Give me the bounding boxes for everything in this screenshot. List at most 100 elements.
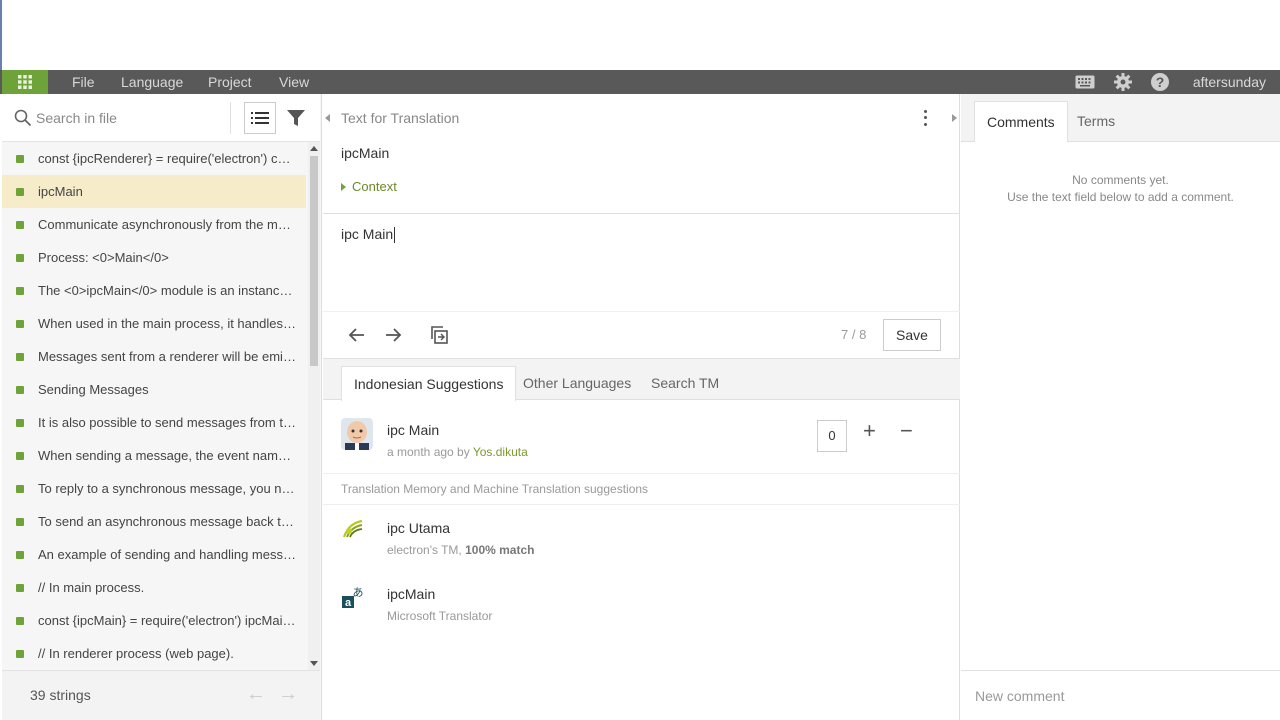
search-input[interactable]	[36, 106, 226, 130]
strings-list: const {ipcRenderer} = require('electron'…	[2, 142, 306, 670]
collapse-left-icon[interactable]	[325, 114, 330, 122]
prev-page-icon[interactable]: ←	[246, 683, 266, 706]
tm-source: electron's TM,	[387, 543, 466, 557]
translation-text: ipc Main	[341, 226, 394, 242]
translated-status-icon	[16, 352, 24, 361]
new-comment-area	[961, 670, 1280, 720]
string-list-item[interactable]: An example of sending and handling messa…	[2, 538, 306, 571]
context-toggle[interactable]: Context	[341, 179, 397, 194]
suggestion-time: a month ago by	[387, 445, 473, 459]
string-text: Process: <0>Main</0>	[38, 250, 169, 265]
string-list-item[interactable]: const {ipcRenderer} = require('electron'…	[2, 142, 306, 175]
no-comments-hint: Use the text field below to add a commen…	[1007, 190, 1234, 204]
list-view-button[interactable]	[244, 102, 276, 134]
tm-suggestion-text[interactable]: ipc Utama	[387, 520, 450, 536]
filter-button[interactable]	[284, 106, 308, 130]
scroll-down-arrow[interactable]	[310, 661, 318, 666]
mt-suggestion-text[interactable]: ipcMain	[387, 586, 435, 602]
comments-tabs: Comments Terms	[961, 94, 1280, 142]
svg-text:a: a	[345, 597, 352, 609]
save-button[interactable]: Save	[883, 319, 941, 351]
scroll-up-arrow[interactable]	[310, 146, 318, 151]
suggestion-author[interactable]: Yos.dikuta	[473, 445, 528, 459]
mt-suggestion-source: Microsoft Translator	[387, 609, 493, 623]
string-text: To send an asynchronous message back to …	[38, 514, 296, 529]
filter-icon	[287, 110, 305, 126]
string-text: When used in the main process, it handle…	[38, 316, 296, 331]
apps-grid-button[interactable]	[2, 70, 48, 94]
string-list-item[interactable]: It is also possible to send messages fro…	[2, 406, 306, 439]
copy-source-icon[interactable]	[428, 324, 450, 346]
string-text: When sending a message, the event name i…	[38, 448, 296, 463]
string-text: Sending Messages	[38, 382, 149, 397]
upvote-icon[interactable]: +	[863, 418, 876, 444]
translated-status-icon	[16, 286, 24, 295]
strings-panel: const {ipcRenderer} = require('electron'…	[2, 94, 322, 720]
string-list-item[interactable]: To reply to a synchronous message, you n…	[2, 472, 306, 505]
tab-other-languages[interactable]: Other Languages	[511, 366, 643, 401]
suggestion-text[interactable]: ipc Main	[387, 422, 439, 438]
search-icon	[14, 109, 32, 127]
divider	[323, 213, 960, 214]
string-text: ipcMain	[38, 184, 83, 199]
string-list-item[interactable]: Messages sent from a renderer will be em…	[2, 340, 306, 373]
string-list-item[interactable]: Sending Messages	[2, 373, 306, 406]
source-title: Text for Translation	[341, 110, 460, 126]
string-list-item[interactable]: The <0>ipcMain</0> module is an instance…	[2, 274, 306, 307]
translated-status-icon	[16, 253, 24, 262]
translated-status-icon	[16, 649, 24, 658]
string-list-item[interactable]: ipcMain	[2, 175, 306, 208]
suggestion-item: ipc Main a month ago by Yos.dikuta 0 + −	[323, 400, 960, 474]
string-list-item[interactable]: Communicate asynchronously from the main…	[2, 208, 306, 241]
next-page-icon[interactable]: →	[278, 683, 298, 706]
username[interactable]: aftersunday	[1193, 70, 1266, 94]
string-list-item[interactable]: When used in the main process, it handle…	[2, 307, 306, 340]
new-comment-input[interactable]	[975, 685, 1265, 707]
mt-item: a あ ipcMain Microsoft Translator	[323, 571, 960, 637]
translation-input[interactable]: ipc Main	[341, 226, 941, 244]
comments-panel: Comments Terms No comments yet. Use the …	[961, 94, 1280, 720]
menu-view[interactable]: View	[279, 70, 309, 94]
string-list-item[interactable]: // In main process.	[2, 571, 306, 604]
menu-file[interactable]: File	[72, 70, 95, 94]
context-label: Context	[352, 179, 397, 194]
text-caret	[394, 227, 396, 244]
settings-button[interactable]	[1113, 70, 1133, 94]
strings-scrollbar[interactable]	[308, 142, 320, 670]
string-list-item[interactable]: Process: <0>Main</0>	[2, 241, 306, 274]
string-text: It is also possible to send messages fro…	[38, 415, 296, 430]
search-divider	[230, 102, 231, 134]
menu-project[interactable]: Project	[208, 70, 252, 94]
string-list-item[interactable]: When sending a message, the event name i…	[2, 439, 306, 472]
string-list-item[interactable]: To send an asynchronous message back to …	[2, 505, 306, 538]
tab-indonesian-suggestions[interactable]: Indonesian Suggestions	[341, 366, 517, 401]
keyboard-button[interactable]	[1075, 70, 1095, 94]
translated-status-icon	[16, 154, 24, 163]
menu-language[interactable]: Language	[121, 70, 183, 94]
string-text: Communicate asynchronously from the main…	[38, 217, 296, 232]
string-list-item[interactable]: // In renderer process (web page).	[2, 637, 306, 670]
help-icon: ?	[1151, 73, 1169, 91]
gear-icon	[1114, 73, 1132, 91]
tm-logo-icon	[342, 519, 363, 538]
string-text: // In renderer process (web page).	[38, 646, 234, 661]
tab-search-tm[interactable]: Search TM	[639, 366, 731, 401]
tab-comments[interactable]: Comments	[974, 101, 1068, 142]
search-bar	[2, 94, 320, 142]
downvote-icon[interactable]: −	[900, 418, 913, 444]
suggestion-tabs: Indonesian Suggestions Other Languages S…	[323, 358, 960, 401]
tab-terms[interactable]: Terms	[1065, 101, 1127, 142]
string-text: To reply to a synchronous message, you n…	[38, 481, 296, 496]
translated-status-icon	[16, 220, 24, 229]
strings-count: 39 strings	[30, 687, 91, 703]
arrow-right-icon[interactable]	[382, 324, 404, 346]
svg-text:あ: あ	[353, 586, 364, 599]
collapse-right-icon[interactable]	[952, 114, 957, 122]
translated-status-icon	[16, 418, 24, 427]
string-list-item[interactable]: const {ipcMain} = require('electron') ip…	[2, 604, 306, 637]
help-button[interactable]: ?	[1150, 70, 1170, 94]
avatar	[341, 418, 373, 450]
arrow-left-icon[interactable]	[346, 324, 368, 346]
more-options-icon[interactable]	[919, 108, 931, 128]
scroll-thumb[interactable]	[310, 156, 318, 366]
